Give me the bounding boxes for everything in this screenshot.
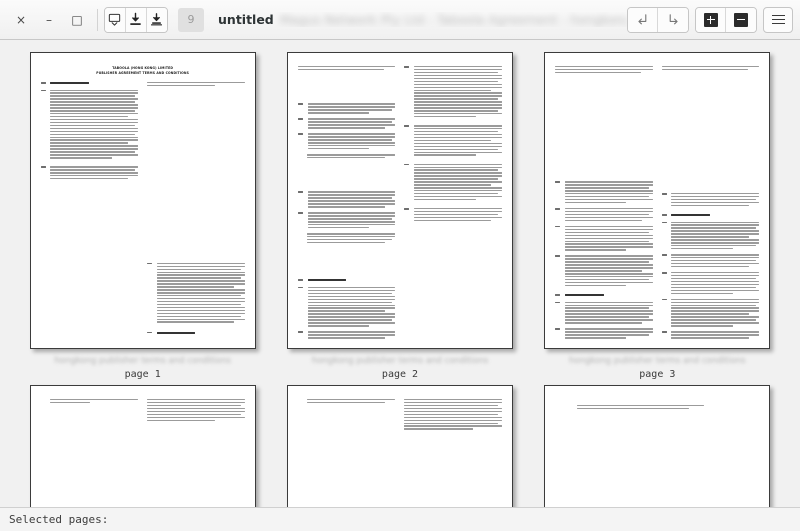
page-column-left bbox=[40, 81, 139, 336]
save-as-icon[interactable] bbox=[146, 7, 167, 32]
header-right-controls bbox=[627, 6, 795, 33]
page-columns bbox=[41, 399, 245, 507]
close-icon[interactable]: × bbox=[7, 7, 35, 33]
thumbnail-cell: hongkong publisher terms and conditions … bbox=[271, 48, 528, 381]
window-title: untitled Magus Network Pty Ltd - Taboola… bbox=[218, 12, 627, 27]
page-content bbox=[288, 386, 512, 507]
pdf-arranger-window: × – □ 9 untitled Magus Network Pty Ltd -… bbox=[0, 0, 800, 531]
page-columns bbox=[297, 66, 502, 340]
page-source-name: hongkong publisher terms and conditions bbox=[311, 356, 489, 366]
menu-icon[interactable] bbox=[763, 6, 793, 33]
page-content bbox=[545, 386, 769, 507]
page-label-3: hongkong publisher terms and conditions … bbox=[569, 356, 746, 381]
import-icon[interactable] bbox=[125, 7, 147, 32]
header-bar: × – □ 9 untitled Magus Network Pty Ltd -… bbox=[0, 0, 800, 40]
page-column-left bbox=[555, 66, 653, 340]
toolbar-divider-1 bbox=[97, 8, 98, 31]
page-source-name: hongkong publisher terms and conditions bbox=[54, 356, 231, 366]
zoom-out-icon[interactable] bbox=[726, 7, 756, 32]
thumbnail-cell: hongkong publisher terms and conditions … bbox=[529, 381, 786, 507]
thumbnail-cell: TABOOLA (HONG KONG) LIMITED PUBLISHER AG… bbox=[14, 48, 271, 381]
maximize-icon[interactable]: □ bbox=[63, 7, 91, 33]
page-column-right bbox=[661, 66, 760, 340]
page-number-text: page 1 bbox=[124, 369, 161, 381]
document-subtitle-redacted: Magus Network Pty Ltd - Taboola Agreemen… bbox=[279, 12, 627, 27]
page-thumbnail-2[interactable] bbox=[286, 52, 513, 349]
page-column-left bbox=[41, 399, 139, 507]
page-label-1: hongkong publisher terms and conditions … bbox=[54, 356, 231, 381]
doc-heading-line-1: TABOOLA (HONG KONG) LIMITED bbox=[112, 66, 174, 70]
page-content bbox=[545, 53, 769, 348]
thumbnail-cell: hongkong publisher terms and conditions … bbox=[529, 48, 786, 381]
page-number-text: page 2 bbox=[381, 369, 419, 381]
minimize-icon[interactable]: – bbox=[35, 7, 63, 33]
page-column-left bbox=[297, 66, 396, 340]
page-columns bbox=[298, 399, 502, 507]
page-thumbnail-3[interactable] bbox=[544, 52, 771, 349]
page-content bbox=[31, 386, 255, 507]
page-columns bbox=[555, 66, 760, 340]
rotate-right-icon[interactable] bbox=[658, 7, 688, 32]
thumbnail-grid: TABOOLA (HONG KONG) LIMITED PUBLISHER AG… bbox=[0, 48, 800, 507]
rotate-button-group bbox=[627, 6, 689, 33]
document-title-text: untitled bbox=[218, 12, 274, 27]
zoom-button-group bbox=[695, 6, 757, 33]
thumbnail-cell: hongkong publisher terms and conditions … bbox=[271, 381, 528, 507]
page-column-left bbox=[298, 399, 396, 507]
page-number-text: page 3 bbox=[639, 369, 676, 381]
page-thumbnail-4[interactable] bbox=[29, 385, 256, 507]
export-selection-icon[interactable] bbox=[105, 7, 126, 32]
page-content bbox=[288, 53, 512, 348]
page-thumbnail-5[interactable] bbox=[286, 385, 513, 507]
thumbnail-cell: hongkong publisher terms and conditions … bbox=[14, 381, 271, 507]
page-source-name: hongkong publisher terms and conditions bbox=[569, 356, 746, 366]
page-paragraph bbox=[577, 405, 704, 410]
page-thumbnail-6[interactable] bbox=[544, 385, 771, 507]
window-controls: × – □ bbox=[5, 7, 91, 33]
page-content: TABOOLA (HONG KONG) LIMITED PUBLISHER AG… bbox=[31, 53, 255, 348]
page-count-badge: 9 bbox=[178, 7, 205, 32]
rotate-left-icon[interactable] bbox=[628, 7, 658, 32]
zoom-in-icon[interactable] bbox=[696, 7, 726, 32]
page-column-right bbox=[147, 399, 245, 507]
page-thumbnail-area[interactable]: TABOOLA (HONG KONG) LIMITED PUBLISHER AG… bbox=[0, 40, 800, 507]
page-thumbnail-1[interactable]: TABOOLA (HONG KONG) LIMITED PUBLISHER AG… bbox=[29, 52, 256, 349]
page-columns bbox=[40, 81, 245, 336]
page-column-right bbox=[404, 399, 502, 507]
page-column-right bbox=[147, 81, 245, 336]
doc-heading-line-2: PUBLISHER AGREEMENT TERMS AND CONDITIONS bbox=[96, 71, 189, 76]
page-column-right bbox=[404, 66, 502, 340]
file-action-button-group bbox=[104, 6, 169, 33]
selected-pages-label: Selected pages: bbox=[9, 513, 109, 526]
status-bar: Selected pages: bbox=[0, 507, 800, 531]
page-label-2: hongkong publisher terms and conditions … bbox=[312, 356, 489, 381]
